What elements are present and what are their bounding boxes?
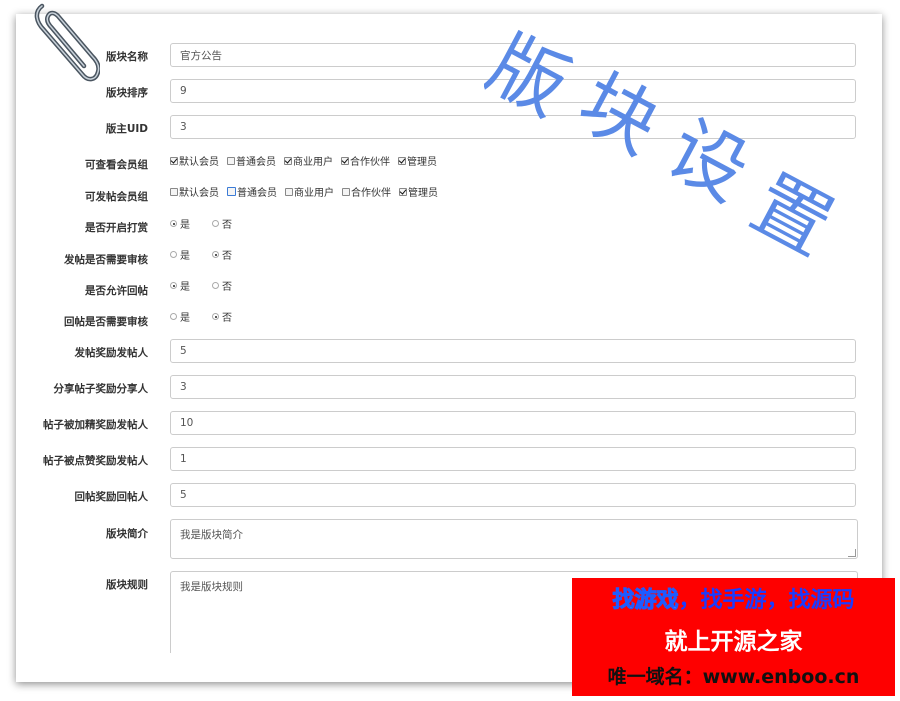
radio-option-no[interactable]: 否 (212, 278, 232, 293)
checkbox-label: 合作伙伴 (350, 157, 390, 168)
moderator-uid-input[interactable] (170, 115, 856, 139)
ad-banner[interactable]: 找游戏，找手游，找源码 就上开源之家 唯一域名：www.enboo.cn (572, 578, 895, 696)
checkbox[interactable] (285, 187, 293, 196)
checkbox-option[interactable]: 商业用户 (285, 184, 334, 199)
checkbox[interactable] (227, 187, 236, 196)
radio-option-yes[interactable]: 是 (170, 278, 190, 293)
radio-label: 是 (180, 313, 190, 324)
radio-label: 是 (180, 282, 190, 293)
block-intro-text: 我是版块简介 (180, 529, 243, 541)
ad-domain[interactable]: 唯一域名：www.enboo.cn (572, 662, 895, 689)
checkbox-checked[interactable] (398, 156, 406, 165)
post-groups-options: 默认会员 普通会员 商业用户 合作伙伴 管理员 (170, 184, 446, 199)
allow-reply-label: 是否允许回帖 (85, 285, 148, 297)
checkbox-label: 默认会员 (179, 157, 219, 168)
radio-button[interactable] (170, 282, 177, 289)
radio-label: 是 (180, 251, 190, 262)
checkbox-label: 默认会员 (179, 188, 219, 199)
post-review-options: 是否 (170, 247, 254, 262)
checkbox-option[interactable]: 合作伙伴 (342, 184, 391, 199)
radio-button[interactable] (212, 251, 219, 258)
view-groups-options: 默认会员 普通会员 商业用户 合作伙伴 管理员 (170, 153, 445, 168)
checkbox-option[interactable]: 默认会员 (170, 153, 219, 168)
radio-button[interactable] (212, 282, 219, 289)
block-name-input[interactable] (170, 43, 856, 67)
reply-review-options: 是否 (170, 309, 254, 324)
view-groups-label: 可查看会员组 (85, 159, 148, 171)
checkbox-label: 管理员 (407, 157, 437, 168)
checkbox-checked[interactable] (170, 156, 178, 165)
block-intro-label: 版块简介 (106, 528, 148, 540)
radio-button[interactable] (170, 251, 177, 258)
checkbox-option[interactable]: 普通会员 (227, 184, 277, 199)
checkbox-option[interactable]: 商业用户 (284, 153, 333, 168)
reply-reward-label: 回帖奖励回帖人 (74, 491, 149, 503)
ad-line-1-highlight: 找游戏 (612, 588, 679, 614)
radio-label: 否 (222, 251, 232, 262)
moderator-uid-label: 版主UID (105, 123, 148, 135)
reply-review-label: 回帖是否需要审核 (64, 316, 148, 328)
checkbox[interactable] (170, 187, 178, 196)
radio-button[interactable] (212, 220, 219, 227)
like-reward-label: 帖子被点赞奖励发帖人 (43, 455, 148, 467)
radio-option-yes[interactable]: 是 (170, 216, 190, 231)
block-rules-label: 版块规则 (106, 579, 148, 591)
checkbox-option[interactable]: 管理员 (399, 184, 438, 199)
enable-tips-label: 是否开启打赏 (85, 222, 148, 234)
block-order-label: 版块排序 (106, 87, 148, 99)
radio-option-yes[interactable]: 是 (170, 309, 190, 324)
radio-label: 否 (222, 313, 232, 324)
checkbox-label: 普通会员 (237, 188, 277, 199)
block-rules-text: 我是版块规则 (180, 581, 243, 593)
ad-line-2: 就上开源之家 (664, 629, 803, 655)
radio-option-no[interactable]: 否 (212, 309, 232, 324)
radio-option-yes[interactable]: 是 (170, 247, 190, 262)
radio-button[interactable] (170, 313, 177, 320)
block-intro-textarea[interactable]: 我是版块简介 (170, 519, 858, 559)
checkbox-label: 商业用户 (294, 188, 334, 199)
share-reward-input[interactable] (170, 375, 856, 399)
radio-button[interactable] (170, 220, 177, 227)
featured-reward-input[interactable] (170, 411, 856, 435)
ad-line-1: 找游戏，找手游，找源码 (572, 582, 895, 614)
checkbox[interactable] (342, 187, 350, 196)
share-reward-label: 分享帖子奖励分享人 (53, 383, 149, 395)
radio-option-no[interactable]: 否 (212, 216, 232, 231)
post-reward-label: 发帖奖励发帖人 (74, 347, 149, 359)
ad-line-1-rest: ，找手游，找源码 (678, 588, 855, 613)
post-groups-label: 可发帖会员组 (85, 191, 148, 203)
paperclip-icon (34, 3, 100, 82)
post-reward-input[interactable] (170, 339, 856, 363)
checkbox-checked[interactable] (341, 156, 349, 165)
post-review-label: 发帖是否需要审核 (64, 254, 148, 266)
checkbox-label: 普通会员 (236, 157, 276, 168)
checkbox-label: 合作伙伴 (351, 188, 391, 199)
checkbox-checked[interactable] (399, 187, 407, 196)
checkbox-label: 管理员 (408, 188, 438, 199)
checkbox-option[interactable]: 合作伙伴 (341, 153, 390, 168)
allow-reply-options: 是否 (170, 278, 254, 293)
featured-reward-label: 帖子被加精奖励发帖人 (43, 419, 148, 431)
radio-label: 否 (222, 220, 232, 231)
radio-option-no[interactable]: 否 (212, 247, 232, 262)
checkbox-option[interactable]: 管理员 (398, 153, 437, 168)
reply-reward-input[interactable] (170, 483, 856, 507)
radio-label: 是 (180, 220, 190, 231)
block-order-input[interactable] (170, 79, 856, 103)
checkbox-checked[interactable] (284, 156, 292, 165)
checkbox-label: 商业用户 (293, 157, 333, 168)
checkbox-option[interactable]: 普通会员 (227, 153, 276, 168)
checkbox[interactable] (227, 156, 235, 165)
like-reward-input[interactable] (170, 447, 856, 471)
resize-handle-icon[interactable] (848, 549, 856, 557)
enable-tips-options: 是否 (170, 216, 254, 231)
checkbox-option[interactable]: 默认会员 (170, 184, 219, 199)
radio-button[interactable] (212, 313, 219, 320)
radio-label: 否 (222, 282, 232, 293)
block-name-label: 版块名称 (106, 51, 148, 63)
